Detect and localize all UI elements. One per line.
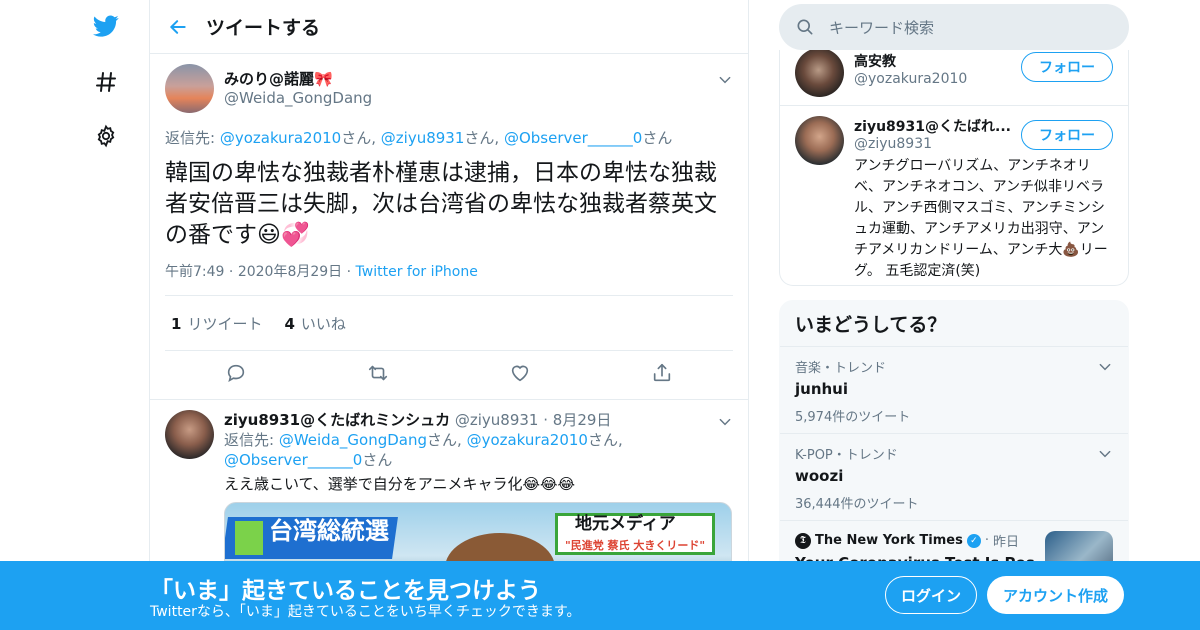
settings-gear-icon[interactable]	[88, 118, 124, 154]
chevron-down-icon[interactable]	[1098, 359, 1112, 378]
chevron-down-icon[interactable]	[718, 414, 732, 433]
retweet-count: 1	[171, 314, 182, 333]
chevron-down-icon[interactable]	[1098, 446, 1112, 465]
media-caption-left: 台湾総統選	[269, 517, 389, 545]
like-heart-icon[interactable]	[509, 362, 531, 388]
reply-to-line: 返信先: @Weida_GongDangさん, @yozakura2010さん,…	[224, 431, 623, 469]
reply-to-link[interactable]: @Weida_GongDang	[279, 431, 427, 449]
reply-date[interactable]: 8月29日	[553, 411, 612, 429]
nyt-logo-icon: 𝕿	[795, 532, 811, 549]
trend-item[interactable]: K-POP・トレンド woozi 36,444件のツイート	[780, 434, 1128, 521]
trend-count: 36,444件のツイート	[795, 497, 919, 512]
search-bar[interactable]: キーワード検索	[779, 4, 1129, 50]
tweet-date[interactable]: 2020年8月29日	[238, 264, 342, 280]
news-time: 昨日	[993, 535, 1020, 550]
tweet-actions	[165, 351, 733, 399]
reply-to-link[interactable]: @Observer______0	[224, 451, 362, 469]
media-channel-logo	[235, 521, 263, 555]
reply-author: ziyu8931@くたばれミンシュカ @ziyu8931 · 8月29日	[224, 411, 612, 429]
author-display-name[interactable]: みのり@諾麗🎀	[224, 68, 372, 89]
reply-to-link[interactable]: @ziyu8931	[381, 129, 465, 147]
tweet-source[interactable]: Twitter for iPhone	[356, 264, 478, 280]
banner-subtitle: Twitterなら、「いま」起きていることをいち早くチェックできます。	[150, 604, 581, 620]
who-to-follow-card: 高安教 @yozakura2010 フォロー ziyu8931@くたばれ... …	[779, 50, 1129, 286]
reply-to-link[interactable]: @Observer______0	[504, 129, 642, 147]
reply-icon[interactable]	[225, 362, 247, 388]
like-stat[interactable]: 4 いいね	[284, 313, 345, 334]
signup-banner: 「いま」起きていることを見つけよう Twitterなら、「いま」起きていることを…	[0, 561, 1200, 630]
reply-to-suffix: さん	[427, 431, 458, 449]
reply-display-name[interactable]: ziyu8931@くたばれミンシュカ	[224, 411, 450, 429]
tweet-column: ツイートする みのり@諾麗🎀 @Weida_GongDang 返信先: @yoz…	[149, 0, 749, 630]
reply-to-link[interactable]: @yozakura2010	[467, 431, 588, 449]
reply-to-line: 返信先: @yozakura2010さん, @ziyu8931さん, @Obse…	[165, 129, 673, 147]
reply-to-suffix: さん	[587, 431, 618, 449]
login-button[interactable]: ログイン	[885, 576, 977, 614]
who-to-follow-item[interactable]: 高安教 @yozakura2010 フォロー	[780, 50, 1128, 106]
avatar[interactable]	[165, 410, 214, 459]
retweet-label: リツイート	[187, 314, 263, 333]
trend-name: junhui	[795, 380, 848, 398]
page-title: ツイートする	[206, 17, 321, 39]
who-to-follow-item[interactable]: ziyu8931@くたばれ... @ziyu8931 アンチグローバリズム、アン…	[780, 106, 1128, 282]
like-count: 4	[284, 314, 295, 333]
avatar[interactable]	[165, 64, 214, 113]
reply-to-suffix: さん	[464, 129, 495, 147]
reply-to-link[interactable]: @yozakura2010	[220, 129, 341, 147]
media-caption-right-sub: "民進党 蔡氏 大きくリード"	[565, 539, 706, 552]
main-tweet: みのり@諾麗🎀 @Weida_GongDang 返信先: @yozakura20…	[150, 54, 748, 399]
trends-title: いまどうしてる？	[780, 301, 1128, 347]
retweet-stat[interactable]: 1 リツイート	[171, 313, 262, 334]
retweet-icon[interactable]	[367, 362, 389, 388]
back-arrow-icon[interactable]	[150, 0, 206, 54]
twitter-logo-icon[interactable]	[88, 8, 124, 44]
follow-button[interactable]: フォロー	[1021, 52, 1113, 82]
avatar[interactable]	[795, 116, 844, 165]
banner-title: 「いま」起きていることを見つけよう	[150, 578, 541, 604]
tweet-time[interactable]: 午前7:49	[165, 264, 224, 280]
reply-text: ええ歳こいて、選挙で自分をアニメキャラ化😂😂😂	[224, 475, 576, 493]
twitter-page: ツイートする みのり@諾麗🎀 @Weida_GongDang 返信先: @yoz…	[0, 0, 1200, 630]
trend-count: 5,974件のツイート	[795, 410, 911, 425]
page-header: ツイートする	[150, 0, 748, 54]
explore-hashtag-icon[interactable]	[88, 64, 124, 100]
author-handle[interactable]: @Weida_GongDang	[224, 89, 372, 107]
reply-to-suffix: さん	[362, 451, 393, 469]
tweet-author: みのり@諾麗🎀 @Weida_GongDang	[165, 64, 733, 113]
search-input[interactable]: キーワード検索	[829, 17, 934, 38]
follow-handle[interactable]: @yozakura2010	[854, 71, 967, 87]
reply-handle[interactable]: @ziyu8931	[455, 411, 539, 429]
left-nav	[70, 0, 142, 630]
chevron-down-icon[interactable]	[718, 72, 732, 91]
trend-context: 音楽・トレンド	[795, 361, 887, 376]
reply-to-prefix: 返信先:	[224, 431, 279, 449]
trend-context: K-POP・トレンド	[795, 448, 898, 463]
reply-to-prefix: 返信先:	[165, 129, 220, 147]
search-icon	[797, 19, 813, 35]
follow-bio: アンチグローバリズム、アンチネオリベ、アンチネオコン、アンチ似非リベラル、アンチ…	[854, 158, 1108, 279]
tweet-stats: 1 リツイート 4 いいね	[165, 296, 733, 351]
media-caption-right: 地元メディア	[575, 514, 676, 534]
tweet-meta: 午前7:49 · 2020年8月29日 · Twitter for iPhone	[165, 261, 733, 296]
follow-button[interactable]: フォロー	[1021, 120, 1113, 150]
reply-to-suffix: さん	[642, 129, 673, 147]
follow-display-name[interactable]: 高安教	[854, 51, 967, 71]
trend-item[interactable]: 音楽・トレンド junhui 5,974件のツイート	[780, 347, 1128, 434]
share-icon[interactable]	[651, 362, 673, 388]
right-sidebar: 高安教 @yozakura2010 フォロー ziyu8931@くたばれ... …	[779, 0, 1129, 630]
like-label: いいね	[300, 314, 346, 333]
trend-name: woozi	[795, 467, 844, 485]
avatar[interactable]	[795, 50, 844, 97]
verified-badge-icon: ✓	[966, 533, 981, 548]
news-source: The New York Times	[815, 533, 963, 548]
tweet-text: 韓国の卑怯な独裁者朴槿恵は逮捕，日本の卑怯な独裁者安倍晋三は失脚，次は台湾省の卑…	[165, 160, 717, 248]
signup-button[interactable]: アカウント作成	[987, 576, 1124, 614]
reply-to-suffix: さん	[341, 129, 372, 147]
